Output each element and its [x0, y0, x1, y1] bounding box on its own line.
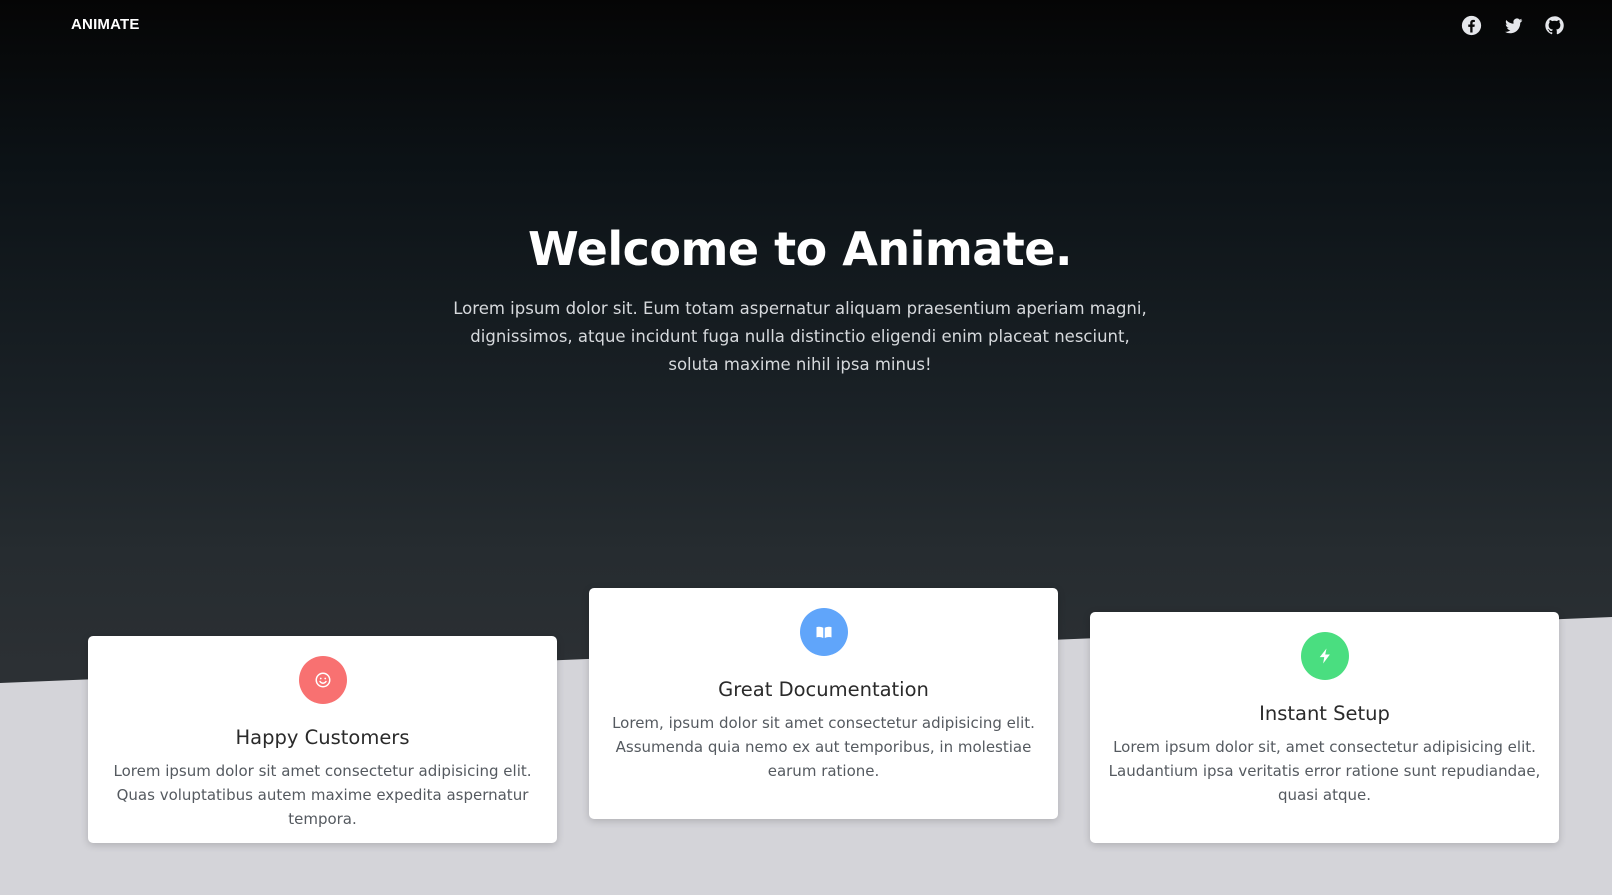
hero-title: Welcome to Animate. [528, 222, 1072, 276]
feature-description: Lorem ipsum dolor sit, amet consectetur … [1108, 738, 1541, 804]
feature-title: Happy Customers [235, 726, 410, 749]
smile-icon [298, 656, 347, 704]
github-icon[interactable] [1543, 14, 1565, 36]
feature-card-happy-customers: Happy Customers Lorem ipsum dolor sit am… [88, 636, 557, 843]
twitter-icon[interactable] [1502, 14, 1524, 36]
lightning-icon [1300, 632, 1349, 680]
feature-description: Lorem, ipsum dolor sit amet consectetur … [612, 714, 1035, 780]
facebook-icon[interactable] [1460, 14, 1482, 36]
feature-description: Lorem ipsum dolor sit amet consectetur a… [113, 762, 532, 828]
book-icon [799, 608, 848, 656]
hero-description: Lorem ipsum dolor sit. Eum totam asperna… [453, 299, 1147, 374]
brand-logo[interactable]: ANIMATE [71, 16, 140, 33]
feature-card-great-documentation: Great Documentation Lorem, ipsum dolor s… [589, 588, 1058, 819]
feature-card-instant-setup: Instant Setup Lorem ipsum dolor sit, ame… [1090, 612, 1559, 843]
feature-title: Great Documentation [718, 678, 929, 701]
top-navbar: ANIMATE [0, 0, 1612, 50]
feature-title: Instant Setup [1259, 702, 1390, 725]
